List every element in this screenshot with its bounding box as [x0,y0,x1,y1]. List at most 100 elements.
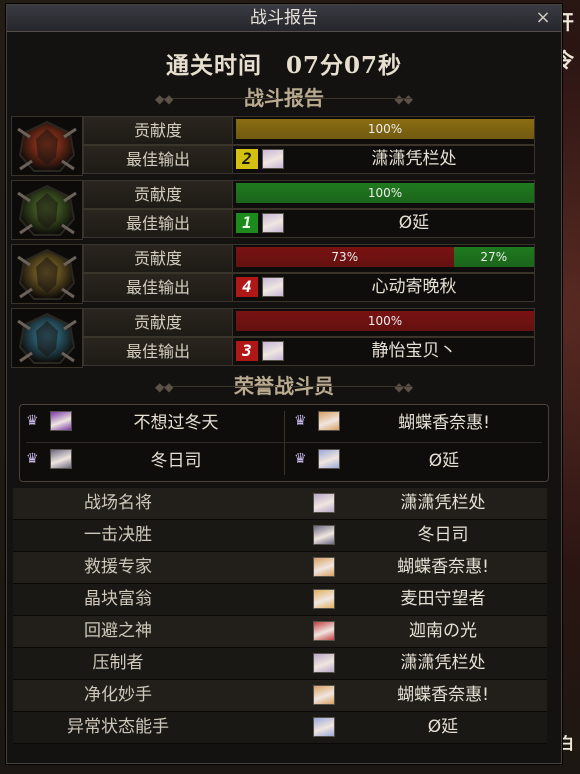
honor-entry[interactable]: ♛ 蝴蝶香奈惠! [288,407,546,439]
honor-section-header: ◆◆ 荣誉战斗员 ◆◆ [7,372,561,400]
best-output-label: 最佳输出 [84,146,233,173]
divider [157,386,277,387]
bar-segment: 73% [236,247,454,267]
team-row: 贡献度 73% 27% 最佳输出 4 心动寄晚秋 [11,244,535,304]
contribution-row: 贡献度 100% [83,308,535,337]
avatar [313,493,335,513]
window-title: 战斗报告 [250,8,318,28]
bar-segment: 100% [236,183,534,203]
contribution-row: 贡献度 73% 27% [83,244,535,273]
awards-list: 战场名将 潇潇凭栏处 一击决胜 冬日司 救援专家 蝴蝶香奈惠! 晶块富翁 麦田守望者 回避之神迦… [13,488,547,744]
avatar [313,525,335,545]
contribution-bar: 100% [236,119,534,139]
close-icon[interactable]: × [533,8,553,28]
ornament-icon: ◆◆ [155,92,174,106]
award-row: 战场名将 潇潇凭栏处 [13,488,547,520]
ornament-icon: ◆◆ [394,92,413,106]
award-row: 救援专家 蝴蝶香奈惠! [13,552,547,584]
crown-icon: ♛ [294,451,307,467]
avatar [262,149,284,169]
player-name[interactable]: 潇潇凭栏处 [343,648,543,679]
award-row: 晶块富翁 麦田守望者 [13,584,547,616]
avatar [313,717,335,737]
report-section-header: ◆◆ 战斗报告 ◆◆ [7,84,561,112]
player-name[interactable]: Ø延 [294,210,534,237]
battle-report-window: 战斗报告 × 通关时间 07分07秒 ◆◆ 战斗报告 ◆◆ 贡献度 100% 最佳输出… [6,4,562,764]
bar-segment: 100% [236,311,534,331]
award-title: 净化妙手 [84,685,152,705]
award-title: 异常状态能手 [67,717,169,737]
clear-time-value: 07分07秒 [285,52,402,79]
player-name: 蝴蝶香奈惠! [398,413,490,433]
award-row: 异常状态能手 Ø延 [13,712,547,744]
player-name[interactable]: 静怡宝贝丶 [294,338,534,365]
honor-entry[interactable]: ♛ 不想过冬天 [20,407,278,439]
honor-entry[interactable]: ♛ Ø延 [288,445,546,477]
player-name[interactable]: 蝴蝶香奈惠! [343,552,543,583]
contribution-label: 贡献度 [84,309,233,336]
crown-icon: ♛ [26,413,39,429]
best-output-row: 最佳输出 4 心动寄晚秋 [83,273,535,302]
best-output-row: 最佳输出 2 潇潇凭栏处 [83,145,535,174]
player-name[interactable]: 冬日司 [343,520,543,551]
player-name[interactable]: 潇潇凭栏处 [294,146,534,173]
award-title: 晶块富翁 [84,589,152,609]
avatar [313,557,335,577]
player-name: 不想过冬天 [133,413,219,433]
contribution-bar: 73% 27% [236,247,534,267]
contribution-row: 贡献度 100% [83,180,535,209]
avatar [50,411,72,431]
player-name: 冬日司 [150,451,202,471]
best-output-label: 最佳输出 [84,338,233,365]
clear-time: 通关时间 07分07秒 [7,46,561,80]
rank-badge: 4 [236,277,258,297]
fire-helmet-icon [11,116,83,176]
divider [26,442,542,443]
honor-box: ♛ 不想过冬天 ♛ 蝴蝶香奈惠! ♛ 冬日司 ♛ Ø延 [19,404,549,482]
avatar [318,449,340,469]
clear-time-label: 通关时间 [165,52,262,79]
award-row: 回避之神 迦南の光 [13,616,547,648]
ornament-icon: ◆◆ [394,380,413,394]
blue-helmet-icon [11,308,83,368]
team-row: 贡献度 100% 最佳输出 3 静怡宝贝丶 [11,308,535,368]
player-name[interactable]: 麦田守望者 [343,584,543,615]
ornament-icon: ◆◆ [155,380,174,394]
avatar [50,449,72,469]
award-title: 一击决胜 [84,525,152,545]
contribution-row: 贡献度 100% [83,116,535,145]
avatar [262,277,284,297]
award-row: 压制者 潇潇凭栏处 [13,648,547,680]
rank-badge: 3 [236,341,258,361]
best-output-label: 最佳输出 [84,274,233,301]
avatar [262,341,284,361]
player-name[interactable]: 潇潇凭栏处 [343,488,543,519]
avatar [313,621,335,641]
player-name[interactable]: Ø延 [343,712,543,743]
contribution-label: 贡献度 [84,181,233,208]
divider [284,411,285,475]
avatar [313,685,335,705]
player-name[interactable]: 迦南の光 [343,616,543,647]
award-row: 净化妙手 蝴蝶香奈惠! [13,680,547,712]
player-name: Ø延 [428,451,460,471]
rank-badge: 1 [236,213,258,233]
best-output-label: 最佳输出 [84,210,233,237]
avatar [318,411,340,431]
rank-badge: 2 [236,149,258,169]
title-bar[interactable]: 战斗报告 × [7,5,561,32]
award-row: 一击决胜 冬日司 [13,520,547,552]
gold-helmet-icon [11,244,83,304]
contribution-bar: 100% [236,311,534,331]
player-name[interactable]: 蝴蝶香奈惠! [343,680,543,711]
bar-segment: 27% [453,247,534,267]
honor-entry[interactable]: ♛ 冬日司 [20,445,278,477]
best-output-row: 最佳输出 1 Ø延 [83,209,535,238]
award-title: 战场名将 [84,493,152,513]
avatar [313,589,335,609]
best-output-row: 最佳输出 3 静怡宝贝丶 [83,337,535,366]
contribution-label: 贡献度 [84,245,233,272]
player-name[interactable]: 心动寄晚秋 [294,274,534,301]
divider [291,386,411,387]
contribution-bar: 100% [236,183,534,203]
